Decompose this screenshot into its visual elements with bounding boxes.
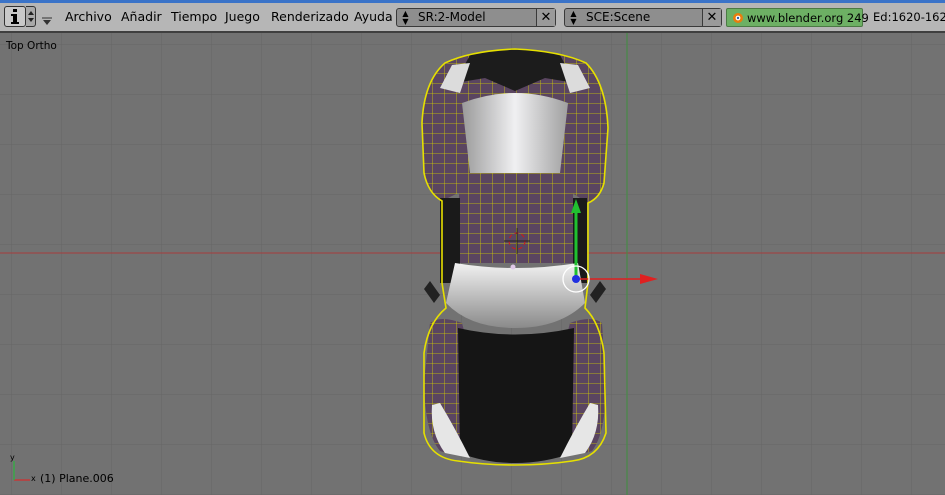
viewport-canvas[interactable]: x y — [0, 33, 945, 495]
menu-ayuda[interactable]: Ayuda — [354, 9, 393, 24]
stats-text: Ed:1620-1620 — [873, 10, 945, 24]
menu-juego[interactable]: Juego — [225, 9, 260, 24]
menu-collapse-icon[interactable] — [41, 12, 53, 25]
window-type-arrows-icon[interactable] — [26, 6, 36, 27]
url-text: www.blender.org 249 — [747, 11, 869, 25]
view-label: Top Ortho — [6, 40, 57, 52]
close-x-icon[interactable]: ✕ — [702, 9, 721, 26]
svg-text:y: y — [10, 453, 15, 462]
menu-archivo[interactable]: Archivo — [65, 9, 112, 24]
blender-url-badge[interactable]: www.blender.org 249 — [726, 8, 869, 27]
active-object-label: (1) Plane.006 — [40, 472, 114, 485]
menu-renderizado[interactable]: Renderizado — [271, 9, 349, 24]
up-down-arrows-icon[interactable]: ▲ ▼ — [565, 9, 582, 27]
window-header: Archivo Añadir Tiempo Juego Renderizado … — [0, 0, 945, 33]
svg-text:x: x — [31, 474, 36, 483]
object-origin-icon — [510, 264, 516, 270]
menu-anadir[interactable]: Añadir — [121, 9, 162, 24]
close-x-icon[interactable]: ✕ — [536, 9, 555, 26]
scene-name-field[interactable]: SCE:Scene — [586, 10, 650, 24]
title-strip — [0, 0, 945, 3]
3d-viewport[interactable]: x y Top Ortho (1) Plane.006 — [0, 33, 945, 495]
scene-selector[interactable]: ▲ ▼ SCE:Scene ✕ — [564, 8, 722, 27]
info-icon[interactable] — [4, 6, 26, 27]
up-down-arrows-icon[interactable]: ▲ ▼ — [397, 9, 414, 27]
car-model[interactable] — [421, 48, 609, 466]
blender-logo-icon — [731, 12, 744, 27]
screen-name-field[interactable]: SR:2-Model — [418, 10, 486, 24]
menu-tiempo[interactable]: Tiempo — [171, 9, 217, 24]
screen-selector[interactable]: ▲ ▼ SR:2-Model ✕ — [396, 8, 556, 27]
